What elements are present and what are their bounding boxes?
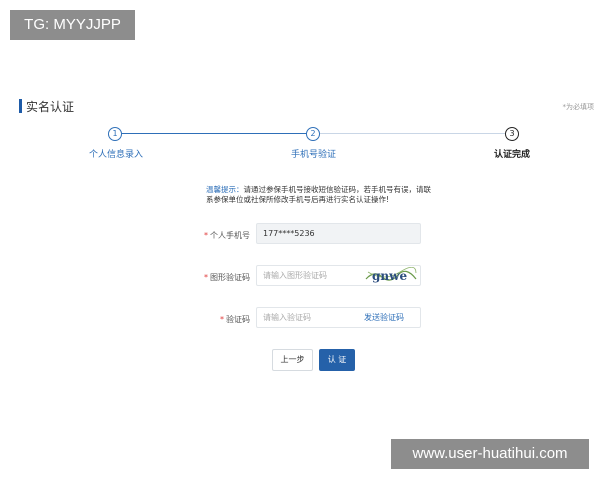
step-connector-1 xyxy=(121,133,308,134)
watermark-top: TG: MYYJJPP xyxy=(10,10,135,40)
step-1-label: 个人信息录入 xyxy=(89,150,144,160)
hint-title: 温馨提示： xyxy=(206,185,244,194)
page-title: 实名认证 xyxy=(26,100,75,114)
image-code-input[interactable]: 请输入图形验证码 gnwe xyxy=(256,265,421,286)
phone-value: 177****5236 xyxy=(263,229,315,238)
title-accent-bar xyxy=(19,99,22,113)
verify-button[interactable]: 认 证 xyxy=(319,349,355,371)
watermark-bottom: www.user-huatihui.com xyxy=(391,439,589,469)
sms-code-label: * 验证码 xyxy=(190,314,250,325)
image-code-placeholder: 请输入图形验证码 xyxy=(263,271,327,280)
step-2-label: 手机号验证 xyxy=(291,150,337,160)
send-code-button[interactable]: 发送验证码 xyxy=(364,308,404,327)
captcha-image[interactable]: gnwe xyxy=(364,267,418,284)
phone-label: * 个人手机号 xyxy=(190,230,250,241)
step-connector-2 xyxy=(320,133,506,134)
hint-text: 温馨提示：请通过参保手机号接收短信验证码，若手机号有误，请联系参保单位或社保所修… xyxy=(206,185,436,205)
phone-label-text: 个人手机号 xyxy=(210,231,250,240)
required-note: *为必填项 xyxy=(562,103,595,111)
image-code-label: * 图形验证码 xyxy=(190,272,250,283)
image-code-label-text: 图形验证码 xyxy=(210,273,250,282)
step-3-label: 认证完成 xyxy=(494,150,531,160)
sms-code-placeholder: 请输入验证码 xyxy=(263,313,311,322)
required-mark: * xyxy=(220,315,224,324)
step-2-circle: 2 xyxy=(306,127,320,141)
sms-code-label-text: 验证码 xyxy=(226,315,250,324)
captcha-text: gnwe xyxy=(372,269,407,283)
step-3-circle: 3 xyxy=(505,127,519,141)
phone-field: 177****5236 xyxy=(256,223,421,244)
required-mark: * xyxy=(204,231,208,240)
previous-step-button[interactable]: 上一步 xyxy=(272,349,313,371)
step-1-circle: 1 xyxy=(108,127,122,141)
required-mark: * xyxy=(204,273,208,282)
sms-code-input[interactable]: 请输入验证码 发送验证码 xyxy=(256,307,421,328)
